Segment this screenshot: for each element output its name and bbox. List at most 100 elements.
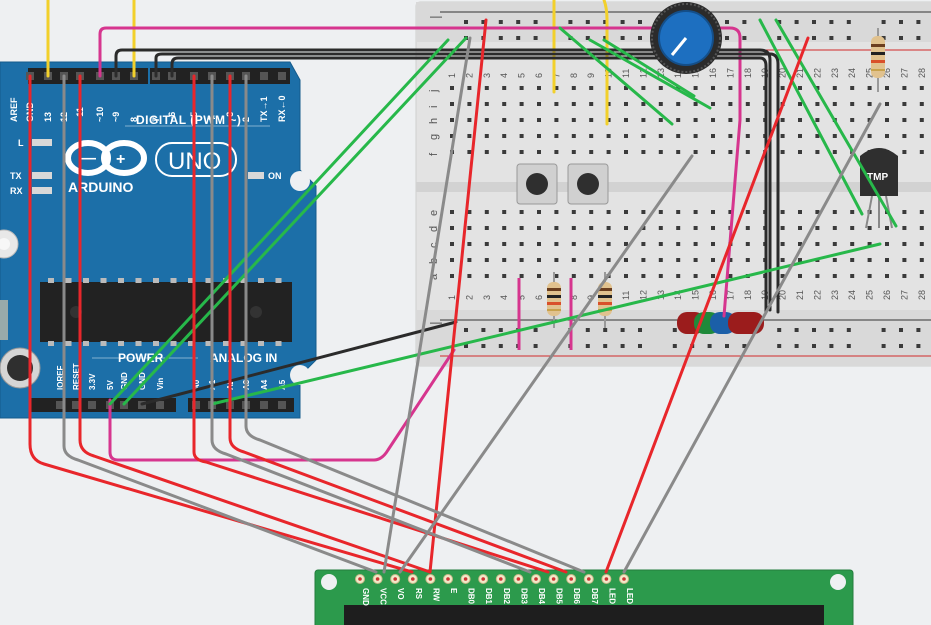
rail-hole[interactable] bbox=[638, 36, 642, 40]
breadboard-hole[interactable] bbox=[467, 118, 472, 122]
breadboard-hole[interactable] bbox=[693, 134, 698, 138]
breadboard-hole[interactable] bbox=[450, 118, 454, 122]
rail-hole[interactable] bbox=[916, 328, 921, 332]
breadboard-hole[interactable] bbox=[815, 150, 820, 154]
breadboard-hole[interactable] bbox=[815, 226, 820, 230]
breadboard-hole[interactable] bbox=[589, 242, 594, 246]
breadboard-hole[interactable] bbox=[502, 242, 507, 246]
breadboard-hole[interactable] bbox=[902, 210, 907, 214]
breadboard-hole[interactable] bbox=[467, 242, 472, 246]
breadboard-hole[interactable] bbox=[484, 210, 489, 214]
breadboard-hole[interactable] bbox=[502, 258, 507, 262]
rail-hole[interactable] bbox=[620, 328, 625, 332]
breadboard-hole[interactable] bbox=[676, 102, 681, 106]
breadboard-hole[interactable] bbox=[589, 150, 594, 154]
breadboard-hole[interactable] bbox=[745, 134, 750, 138]
header-pin[interactable] bbox=[278, 72, 286, 80]
breadboard-hole[interactable] bbox=[571, 226, 576, 230]
breadboard-hole[interactable] bbox=[658, 150, 663, 154]
rail-hole[interactable] bbox=[899, 328, 903, 332]
lcd-module[interactable]: GND VCC VO RS RW E DB0 DB1 DB2 DB3 DB4 DB5 DB6 DB7 LED… bbox=[314, 569, 854, 625]
rail-hole[interactable] bbox=[620, 20, 625, 24]
breadboard-hole[interactable] bbox=[885, 86, 889, 90]
breadboard-hole[interactable] bbox=[919, 242, 924, 246]
breadboard-hole[interactable] bbox=[780, 134, 785, 138]
breadboard-hole[interactable] bbox=[850, 86, 855, 90]
breadboard-hole[interactable] bbox=[554, 134, 559, 138]
breadboard-hole[interactable] bbox=[832, 274, 837, 278]
breadboard-hole[interactable] bbox=[885, 226, 889, 230]
breadboard-hole[interactable] bbox=[589, 226, 594, 230]
breadboard-hole[interactable] bbox=[780, 226, 785, 230]
breadboard-hole[interactable] bbox=[571, 102, 576, 106]
breadboard-hole[interactable] bbox=[467, 226, 472, 230]
breadboard-hole[interactable] bbox=[676, 210, 681, 214]
breadboard-hole[interactable] bbox=[571, 242, 576, 246]
rail-hole[interactable] bbox=[829, 328, 834, 332]
breadboard-hole[interactable] bbox=[554, 102, 559, 106]
breadboard-hole[interactable] bbox=[850, 134, 855, 138]
breadboard-hole[interactable] bbox=[571, 210, 576, 214]
breadboard-hole[interactable] bbox=[711, 102, 715, 106]
breadboard-hole[interactable] bbox=[589, 102, 594, 106]
breadboard-hole[interactable] bbox=[624, 102, 628, 106]
breadboard-hole[interactable] bbox=[676, 150, 681, 154]
breadboard-hole[interactable] bbox=[676, 274, 681, 278]
rail-hole[interactable] bbox=[638, 344, 642, 348]
breadboard-hole[interactable] bbox=[589, 134, 594, 138]
breadboard-hole[interactable] bbox=[711, 150, 715, 154]
breadboard-hole[interactable] bbox=[885, 258, 889, 262]
breadboard-hole[interactable] bbox=[780, 210, 785, 214]
breadboard-hole[interactable] bbox=[798, 118, 802, 122]
breadboard-hole[interactable] bbox=[693, 258, 698, 262]
rail-hole[interactable] bbox=[638, 20, 642, 24]
breadboard-hole[interactable] bbox=[711, 210, 715, 214]
rail-hole[interactable] bbox=[846, 328, 851, 332]
breadboard-hole[interactable] bbox=[624, 118, 628, 122]
breadboard-hole[interactable] bbox=[711, 118, 715, 122]
breadboard-hole[interactable] bbox=[606, 258, 611, 262]
breadboard-hole[interactable] bbox=[658, 274, 663, 278]
rail-hole[interactable] bbox=[899, 344, 903, 348]
breadboard-hole[interactable] bbox=[885, 274, 889, 278]
breadboard-hole[interactable] bbox=[537, 150, 541, 154]
rail-hole[interactable] bbox=[620, 36, 625, 40]
breadboard-hole[interactable] bbox=[641, 118, 646, 122]
breadboard-hole[interactable] bbox=[832, 226, 837, 230]
rail-hole[interactable] bbox=[516, 36, 521, 40]
breadboard-hole[interactable] bbox=[832, 210, 837, 214]
breadboard-hole[interactable] bbox=[624, 258, 628, 262]
rail-hole[interactable] bbox=[794, 328, 799, 332]
rail-hole[interactable] bbox=[498, 36, 503, 40]
rail-hole[interactable] bbox=[725, 20, 729, 24]
breadboard-hole[interactable] bbox=[571, 274, 576, 278]
rail-hole[interactable] bbox=[585, 344, 590, 348]
breadboard-hole[interactable] bbox=[484, 134, 489, 138]
breadboard-hole[interactable] bbox=[537, 118, 541, 122]
breadboard-hole[interactable] bbox=[902, 226, 907, 230]
rail-hole[interactable] bbox=[603, 344, 608, 348]
breadboard-hole[interactable] bbox=[450, 102, 454, 106]
breadboard-hole[interactable] bbox=[867, 102, 872, 106]
breadboard-hole[interactable] bbox=[919, 118, 924, 122]
breadboard-hole[interactable] bbox=[693, 242, 698, 246]
breadboard-hole[interactable] bbox=[850, 242, 855, 246]
breadboard-hole[interactable] bbox=[780, 118, 785, 122]
breadboard-hole[interactable] bbox=[589, 210, 594, 214]
breadboard-hole[interactable] bbox=[519, 226, 524, 230]
header-pin[interactable] bbox=[260, 72, 268, 80]
rail-hole[interactable] bbox=[620, 344, 625, 348]
breadboard-hole[interactable] bbox=[919, 86, 924, 90]
rail-hole[interactable] bbox=[672, 328, 677, 332]
breadboard-hole[interactable] bbox=[745, 150, 750, 154]
rail-hole[interactable] bbox=[846, 20, 851, 24]
breadboard-hole[interactable] bbox=[780, 150, 785, 154]
breadboard-hole[interactable] bbox=[450, 226, 454, 230]
breadboard-hole[interactable] bbox=[676, 226, 681, 230]
breadboard-hole[interactable] bbox=[467, 134, 472, 138]
breadboard-hole[interactable] bbox=[641, 274, 646, 278]
breadboard-hole[interactable] bbox=[658, 134, 663, 138]
breadboard-hole[interactable] bbox=[537, 134, 541, 138]
breadboard-hole[interactable] bbox=[467, 102, 472, 106]
breadboard-hole[interactable] bbox=[519, 102, 524, 106]
